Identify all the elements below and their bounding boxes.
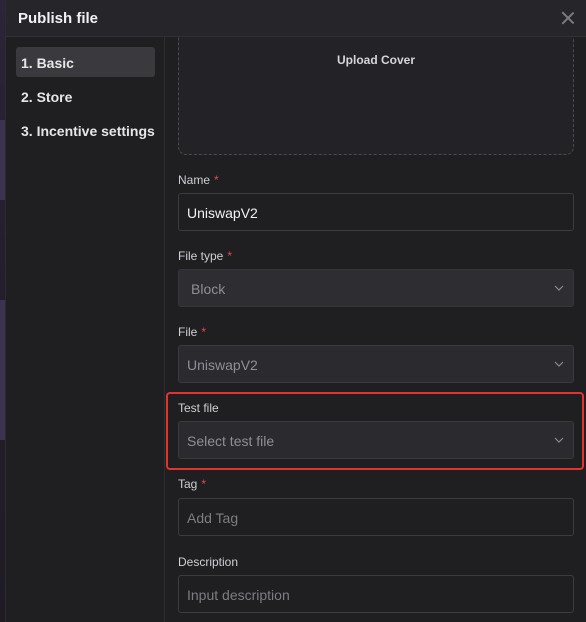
description-label: Description [178, 555, 239, 569]
step-store[interactable]: 2. Store [16, 81, 155, 111]
required-mark: * [201, 477, 207, 491]
chevron-down-icon [554, 437, 564, 443]
step-label: 1. Basic [21, 55, 74, 71]
test-file-label: Test file [178, 401, 219, 415]
publish-file-modal: Publish file 1. Basic 2. Store 3. Incent… [5, 0, 586, 622]
name-input[interactable]: UniswapV2 [178, 193, 574, 231]
required-mark: * [214, 173, 219, 187]
tag-label: Tag * [178, 477, 206, 491]
file-type-value: Block [191, 281, 226, 297]
upload-cover-label: Upload Cover [336, 53, 415, 67]
modal-title: Publish file [18, 10, 99, 27]
tag-input[interactable]: Add Tag [178, 498, 574, 536]
chevron-down-icon [554, 285, 564, 291]
test-file-select[interactable]: Select test file [178, 421, 574, 459]
test-file-placeholder: Select test file [187, 433, 275, 449]
file-value: UniswapV2 [187, 357, 258, 373]
step-incentive-settings[interactable]: 3. Incentive settings [16, 115, 155, 145]
step-label: 3. Incentive settings [21, 123, 155, 139]
required-mark: * [201, 325, 207, 339]
file-label-text: File [178, 325, 198, 339]
upload-cover-area[interactable]: Upload Cover [178, 37, 574, 155]
steps-sidebar: 1. Basic 2. Store 3. Incentive settings [6, 37, 165, 622]
required-mark: * [227, 249, 233, 263]
name-label-text: Name [178, 173, 211, 187]
modal-header: Publish file [6, 0, 586, 37]
form-content: Upload Cover Name * UniswapV2 File type * … [166, 37, 586, 622]
file-type-label: File type * [178, 249, 232, 263]
tag-label-text: Tag [178, 477, 198, 491]
name-label: Name * [178, 173, 219, 187]
step-label: 2. Store [21, 89, 73, 105]
close-icon[interactable] [561, 11, 575, 25]
file-type-select: Block [178, 269, 574, 307]
file-select[interactable]: UniswapV2 [178, 345, 574, 383]
step-basic[interactable]: 1. Basic [16, 47, 155, 77]
chevron-down-icon [554, 361, 564, 367]
file-type-label-text: File type [178, 249, 224, 263]
description-input[interactable]: Input description [178, 575, 574, 613]
file-label: File * [178, 325, 206, 339]
